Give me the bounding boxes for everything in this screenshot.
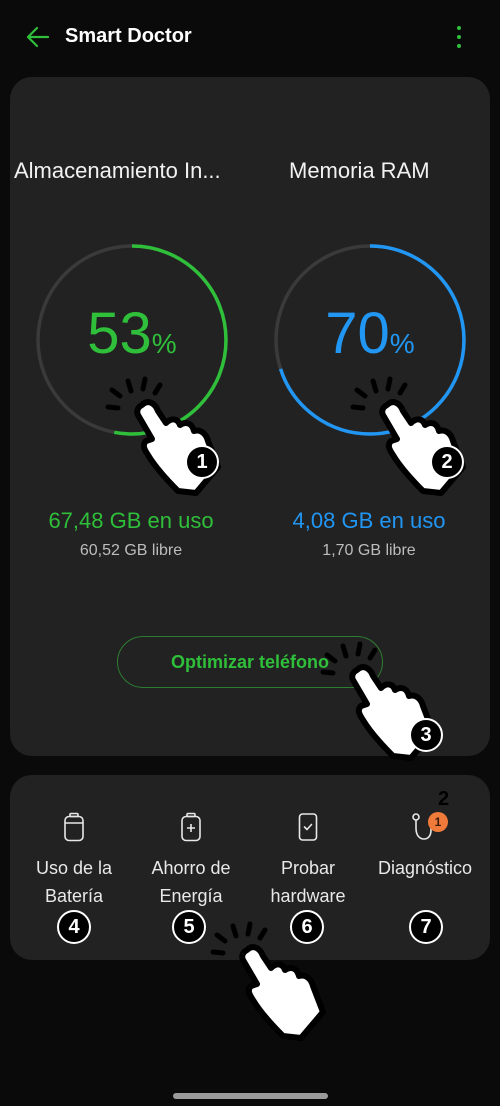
- ram-free: 1,70 GB libre: [322, 542, 416, 559]
- annotation-4: 4: [57, 910, 91, 944]
- ram-title: Memoria RAM: [289, 158, 430, 183]
- tool-diagnostics[interactable]: Diagnóstico: [366, 812, 484, 882]
- back-arrow-icon[interactable]: [24, 24, 50, 50]
- top-app-bar: Smart Doctor: [0, 0, 500, 75]
- ram-percent-value: 70: [325, 301, 390, 366]
- more-options-icon[interactable]: [450, 24, 468, 50]
- battery-icon: [64, 812, 84, 842]
- storage-percent-symbol: %: [151, 328, 177, 359]
- storage-free: 60,52 GB libre: [79, 542, 183, 559]
- ram-percent-symbol: %: [389, 328, 415, 359]
- storage-percent: 53%: [32, 300, 232, 367]
- storage-title: Almacenamiento In...: [14, 158, 221, 183]
- annotation-3: 3: [409, 718, 443, 752]
- storage-used: 67,48 GB en uso: [48, 508, 214, 533]
- phone-check-icon: [298, 813, 318, 841]
- tool-label: Diagnóstico: [377, 858, 473, 878]
- gesture-nav-bar[interactable]: [173, 1093, 328, 1099]
- ram-used: 4,08 GB en uso: [292, 508, 446, 533]
- annotation-7: 7: [409, 910, 443, 944]
- annotation-6: 6: [290, 910, 324, 944]
- tool-label: Uso de la Batería: [35, 858, 113, 906]
- annotation-2: 2: [430, 445, 464, 479]
- tool-label: Ahorro de Energía: [151, 858, 231, 906]
- page-title: Smart Doctor: [65, 25, 192, 47]
- annotation-badge-note: 2: [438, 788, 450, 810]
- tool-power-saving[interactable]: Ahorro de Energía: [132, 812, 250, 910]
- tool-test-hardware[interactable]: Probar hardware: [249, 812, 367, 910]
- battery-plus-icon: [181, 812, 201, 842]
- annotation-5: 5: [172, 910, 206, 944]
- tool-battery-usage[interactable]: Uso de la Batería: [15, 812, 133, 910]
- ram-percent: 70%: [270, 300, 470, 367]
- optimize-phone-button[interactable]: Optimizar teléfono: [117, 636, 383, 688]
- storage-percent-value: 53: [87, 301, 152, 366]
- annotation-1: 1: [185, 445, 219, 479]
- tool-label: Probar hardware: [270, 858, 346, 906]
- notification-badge: 1: [428, 812, 448, 832]
